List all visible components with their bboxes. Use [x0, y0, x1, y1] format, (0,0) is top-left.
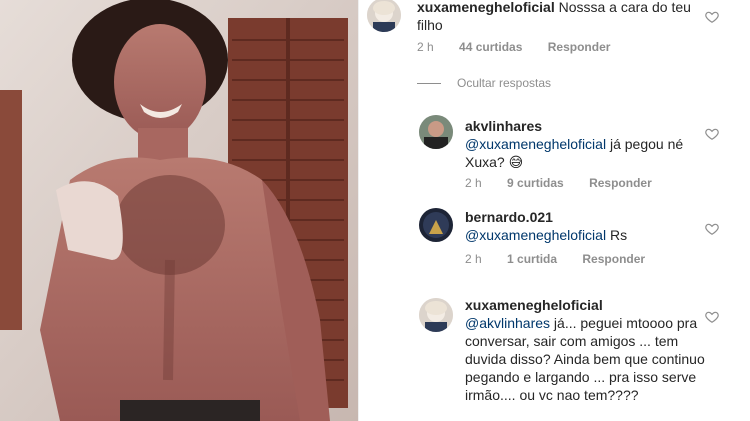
comment-mention[interactable]: @akvlinhares — [465, 315, 550, 331]
comment-text: bernardo.021 @xuxamenegheloficial Rs — [465, 208, 705, 244]
reply-button[interactable]: Responder — [582, 252, 645, 266]
hide-replies-toggle[interactable]: Ocultar respostas — [417, 76, 551, 90]
hide-replies-label: Ocultar respostas — [457, 76, 552, 90]
shirtless-man-photo — [0, 0, 358, 421]
reply-comment: bernardo.021 @xuxamenegheloficial Rs 2 h… — [359, 206, 750, 276]
comment-username[interactable]: xuxamenegheloficial — [417, 0, 555, 15]
avatar[interactable] — [367, 0, 401, 32]
user-avatar-icon — [367, 0, 401, 32]
comment-username[interactable]: xuxamenegheloficial — [465, 296, 705, 314]
reply-button[interactable]: Responder — [548, 40, 611, 54]
like-heart-icon[interactable] — [705, 127, 719, 141]
avatar[interactable] — [419, 208, 453, 242]
comment-likes[interactable]: 9 curtidas — [507, 176, 564, 190]
comment-likes[interactable]: 44 curtidas — [459, 40, 522, 54]
comment-meta: 2 h 9 curtidas Responder — [465, 176, 674, 190]
user-avatar-icon — [419, 208, 453, 242]
comment-time[interactable]: 2 h — [465, 176, 482, 190]
reply-comment: xuxamenegheloficial @akvlinhares já... p… — [359, 294, 750, 421]
user-avatar-icon — [419, 298, 453, 332]
like-heart-icon[interactable] — [705, 10, 719, 24]
main-comment: xuxamenegheloficial Nosssa a cara do teu… — [359, 0, 750, 70]
comments-panel: xuxamenegheloficial Nosssa a cara do teu… — [359, 0, 750, 421]
comment-username[interactable]: bernardo.021 — [465, 208, 705, 226]
avatar[interactable] — [419, 298, 453, 332]
comment-time[interactable]: 2 h — [465, 252, 482, 266]
comment-meta: 2 h 1 curtida Responder — [465, 252, 667, 266]
comment-text: xuxamenegheloficial @akvlinhares já... p… — [465, 296, 705, 404]
comment-meta: 2 h 44 curtidas Responder — [417, 40, 632, 54]
user-avatar-icon — [419, 115, 453, 149]
avatar[interactable] — [419, 115, 453, 149]
divider-line — [417, 83, 441, 85]
like-heart-icon[interactable] — [705, 310, 719, 324]
comment-body: Rs — [609, 227, 628, 243]
reply-comment: akvlinhares @xuxamenegheloficial já pego… — [359, 113, 750, 193]
comment-username[interactable]: akvlinhares — [465, 117, 705, 135]
like-heart-icon[interactable] — [705, 222, 719, 236]
comment-text: xuxamenegheloficial Nosssa a cara do teu… — [417, 0, 717, 34]
reply-button[interactable]: Responder — [589, 176, 652, 190]
post-photo — [0, 0, 358, 421]
comment-mention[interactable]: @xuxamenegheloficial — [465, 227, 606, 243]
comment-mention[interactable]: @xuxamenegheloficial — [465, 136, 606, 152]
comment-text: akvlinhares @xuxamenegheloficial já pego… — [465, 117, 705, 171]
comment-likes[interactable]: 1 curtida — [507, 252, 557, 266]
comment-time[interactable]: 2 h — [417, 40, 434, 54]
